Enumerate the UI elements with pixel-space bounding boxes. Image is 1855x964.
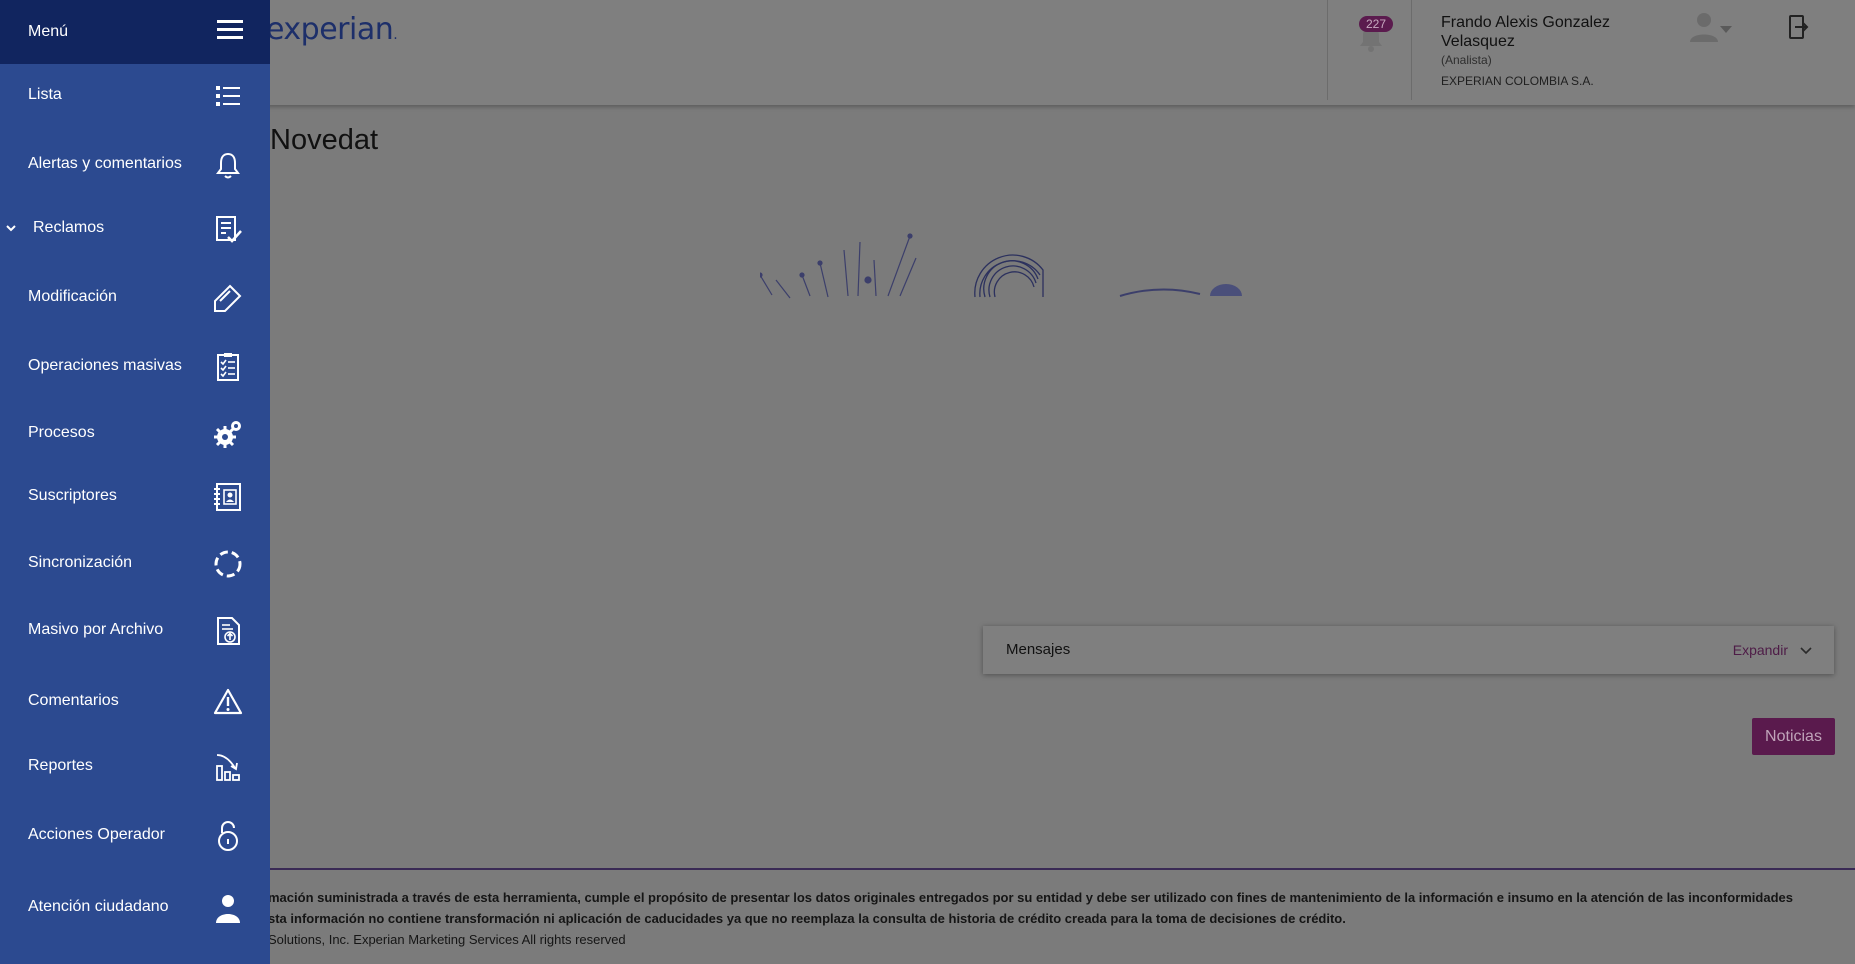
experian-logo[interactable]: experian. (266, 12, 398, 47)
user-organization: EXPERIAN COLOMBIA S.A. (1441, 74, 1594, 88)
sidebar-item-label: Alertas y comentarios (28, 155, 182, 172)
sidebar-item-operaciones-masivas[interactable]: Operaciones masivas (0, 342, 270, 392)
logo-dot: . (393, 27, 398, 43)
user-name: Frando Alexis Gonzalez Velasquez (1441, 14, 1610, 50)
edit-tag-icon (214, 284, 242, 312)
sidebar-item-procesos[interactable]: Procesos (0, 409, 270, 459)
sidebar-item-modificacion[interactable]: Modificación (0, 273, 270, 323)
warning-icon (213, 688, 243, 715)
footer-disclaimer-line2: sta información no contiene transformaci… (268, 911, 1346, 926)
sidebar-item-comentarios[interactable]: Comentarios (0, 677, 270, 727)
messages-panel: Mensajes Expandir (983, 626, 1834, 674)
report-chart-icon (216, 754, 240, 781)
footer-divider (228, 868, 1855, 870)
expand-link[interactable]: Expandir (1733, 642, 1788, 658)
hamburger-icon[interactable] (217, 19, 243, 41)
sidebar-menu: Menú Lista Alertas y comentarios Reclamo… (0, 0, 270, 964)
list-icon (216, 86, 240, 106)
sidebar-item-suscriptores[interactable]: Suscriptores (0, 472, 270, 522)
footer-disclaimer-line1: mación suministrada a través de esta her… (268, 890, 1793, 905)
bell-icon (216, 152, 240, 179)
user-role: (Analista) (1441, 53, 1492, 67)
header-divider (1327, 0, 1328, 100)
sidebar-item-lista[interactable]: Lista (0, 71, 270, 121)
chevron-down-icon[interactable] (1800, 646, 1812, 656)
sidebar-item-reportes[interactable]: Reportes (0, 742, 270, 792)
sidebar-header: Menú (0, 0, 270, 64)
sidebar-item-label: Operaciones masivas (28, 357, 182, 374)
claims-icon (216, 216, 242, 243)
checklist-icon (217, 353, 239, 381)
footer-copyright: Solutions, Inc. Experian Marketing Servi… (268, 932, 626, 947)
contacts-book-icon (214, 483, 241, 511)
person-icon (216, 895, 240, 923)
sidebar-item-label: Lista (28, 86, 62, 103)
sidebar-item-label: Modificación (28, 288, 117, 305)
header-divider (1411, 0, 1412, 100)
sidebar-item-atencion-ciudadano[interactable]: Atención ciudadano (0, 883, 270, 933)
sidebar-item-reclamos[interactable]: Reclamos (0, 204, 270, 254)
sidebar-item-label: Masivo por Archivo (28, 621, 164, 638)
logout-icon[interactable] (1788, 14, 1810, 40)
chevron-down-icon[interactable] (5, 222, 17, 234)
sidebar-item-label: Comentarios (28, 692, 119, 709)
sidebar-item-label: Procesos (28, 424, 95, 441)
page-title: Novedat (270, 124, 379, 156)
sidebar-item-label: Sincronización (28, 554, 133, 571)
menu-title: Menú (28, 23, 69, 40)
sidebar-item-masivo-archivo[interactable]: Masivo por Archivo (0, 606, 270, 656)
sidebar-item-acciones-operador[interactable]: Acciones Operador (0, 811, 270, 861)
sidebar-item-sincronizacion[interactable]: Sincronización (0, 539, 270, 589)
logo-text: experian (266, 12, 394, 47)
notification-badge[interactable]: 227 (1359, 16, 1394, 32)
user-avatar-icon[interactable] (1686, 12, 1736, 42)
sync-circle-icon (214, 550, 242, 578)
sidebar-item-label: Suscriptores (28, 487, 117, 504)
sidebar-item-label: Atención ciudadano (28, 898, 169, 915)
sidebar-item-label: Reclamos (33, 219, 105, 236)
file-upload-icon (217, 617, 240, 645)
top-header: experian. 227 Frando Alexis Gonzalez Vel… (0, 0, 1855, 105)
sidebar-item-alertas[interactable]: Alertas y comentarios (0, 140, 270, 190)
news-button[interactable]: Noticias (1752, 718, 1835, 755)
unlock-icon (218, 821, 238, 851)
messages-label: Mensajes (1006, 641, 1071, 658)
sidebar-item-label: Reportes (28, 757, 93, 774)
gears-icon (214, 421, 241, 448)
decorative-illustration (760, 233, 1242, 299)
sidebar-item-label: Acciones Operador (28, 826, 165, 843)
